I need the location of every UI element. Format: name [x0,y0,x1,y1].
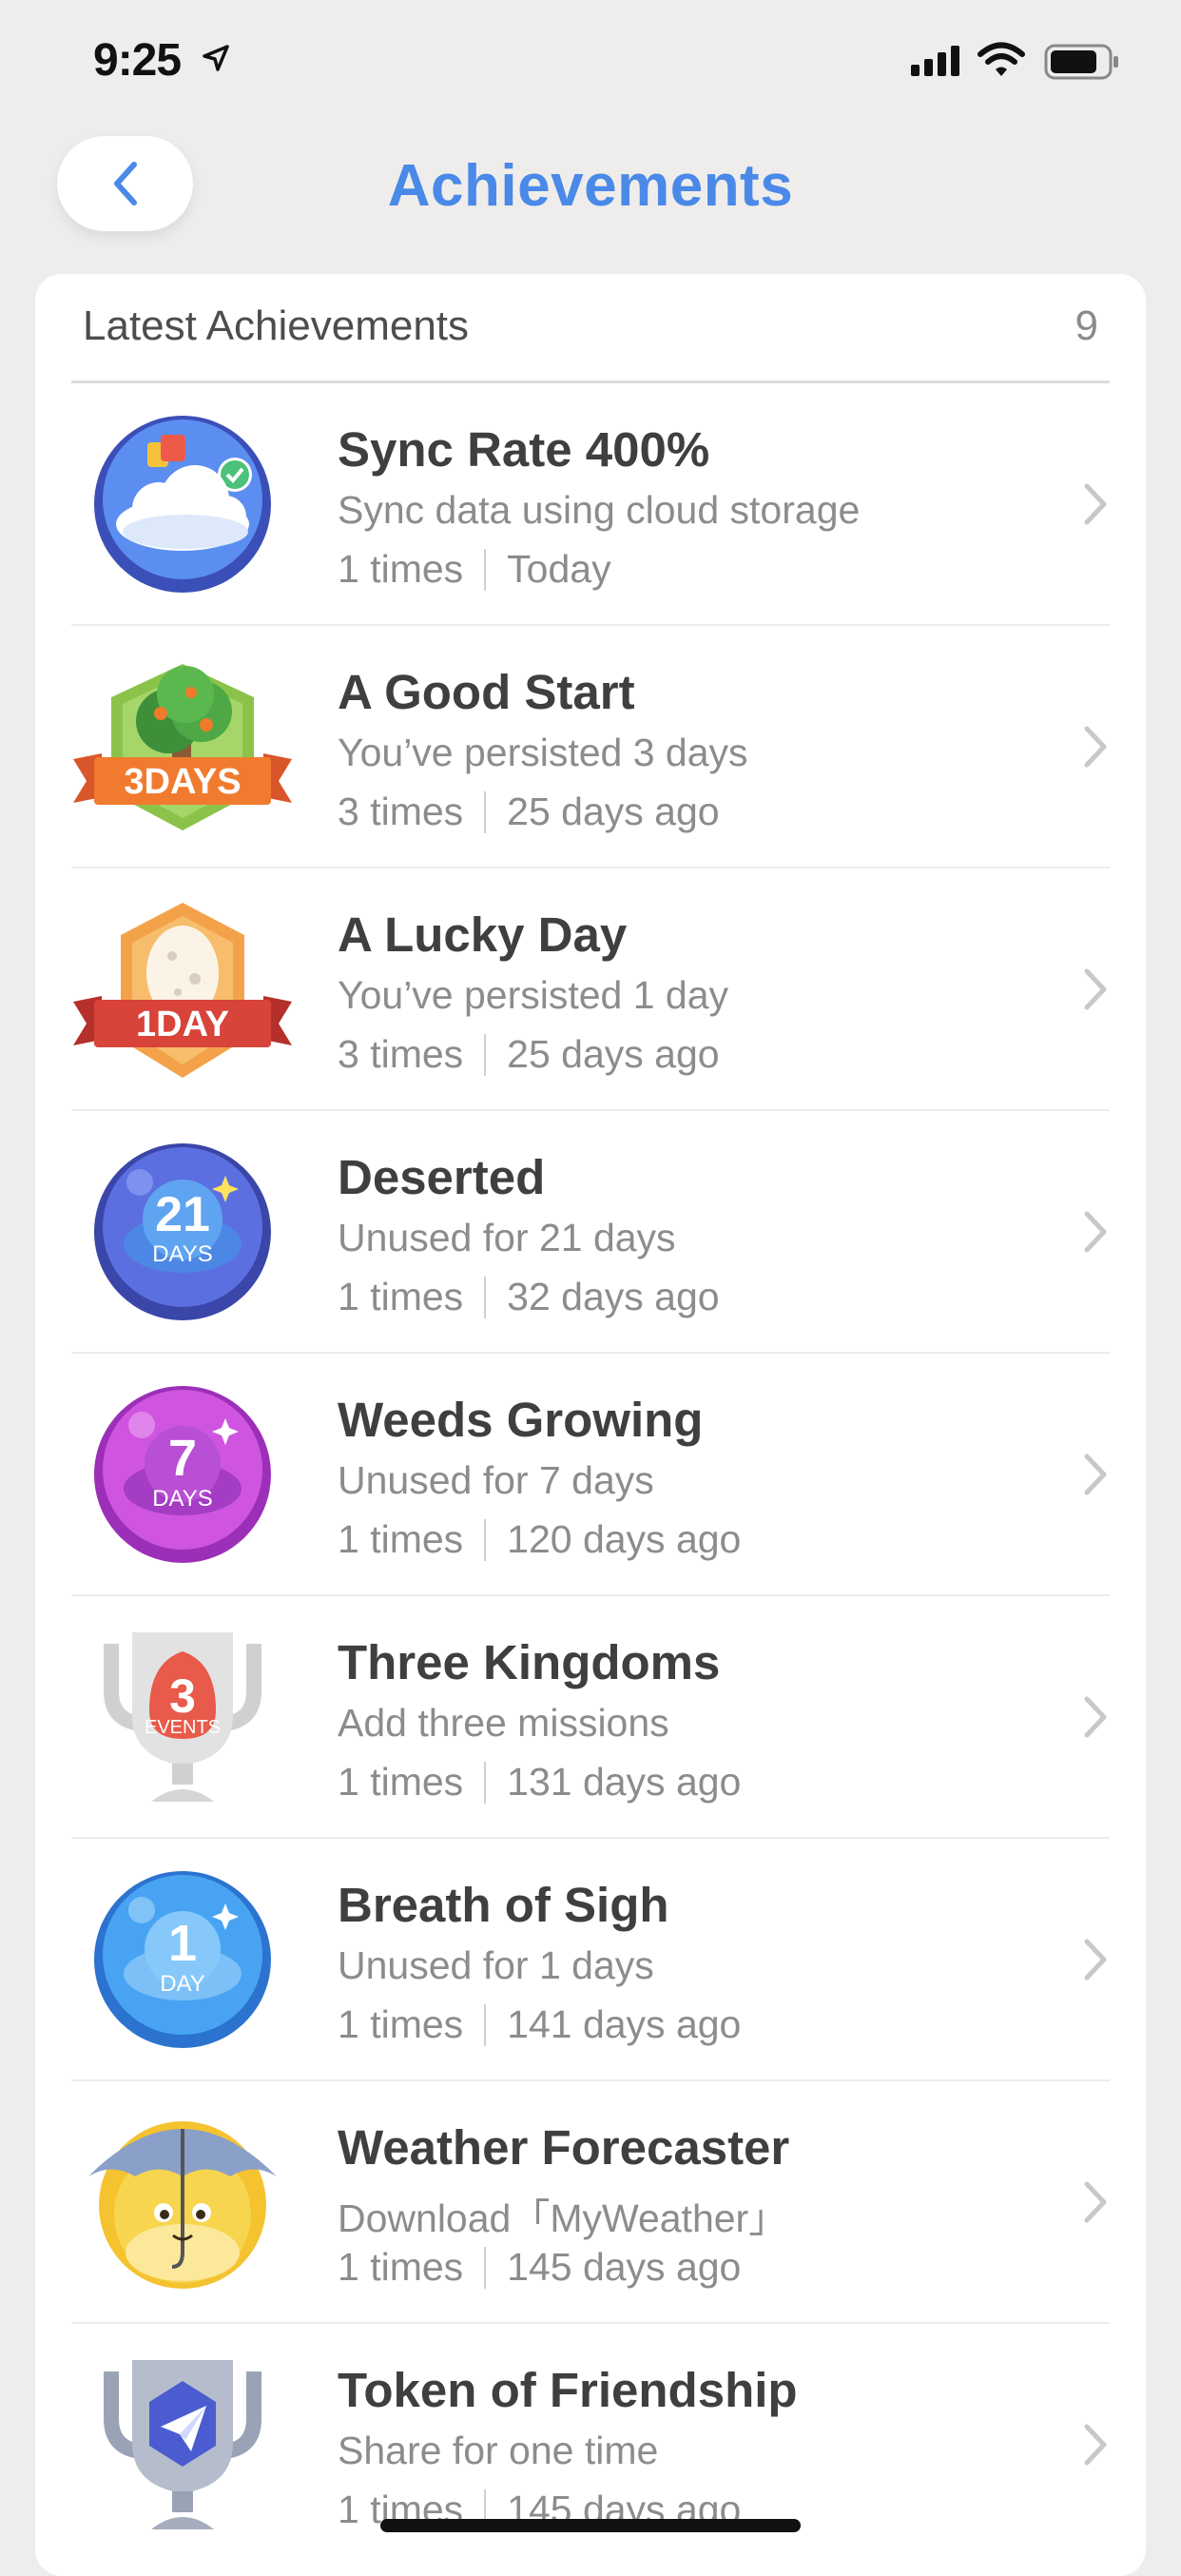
meta-divider [484,790,487,833]
achievement-count: 9 [1075,302,1098,349]
achievement-name: Breath of Sigh [338,1878,669,1932]
achievement-times: 3 times [338,1032,464,1076]
achievement-date: 145 days ago [507,2245,742,2289]
21-days-badge-icon: 21 DAYS [94,1143,271,1320]
achievement-name: Token of Friendship [338,2363,798,2417]
achievement-meta: 3 times 25 days ago [338,1032,720,1077]
achievement-times: 1 times [338,1760,464,1804]
achievement-times: 1 times [338,547,464,591]
page-title: Achievements [387,153,794,219]
badge-number: 21 [155,1187,210,1242]
achievement-description: You’ve persisted 3 days [338,731,748,774]
egg-1-day-badge-icon: 1DAY [73,903,292,1078]
achievement-meta: 3 times 25 days ago [338,790,720,834]
7-days-badge-icon: 7 DAYS [94,1386,271,1563]
umbrella-weather-badge-icon [88,2121,277,2289]
trophy-paper-plane-badge-icon [104,2360,261,2529]
meta-divider [484,548,487,591]
achievement-description: Add three missions [338,1701,669,1745]
badge-number: 7 [168,1430,197,1487]
chevron-right-icon [1084,2424,1107,2466]
badge-unit: DAYS [152,1486,213,1512]
badge-text: 1DAY [136,1005,229,1044]
achievement-meta: 1 times 141 days ago [338,2002,741,2047]
achievement-date: 25 days ago [507,790,720,833]
achievement-name: Sync Rate 400% [338,422,710,477]
achievement-name: Weeds Growing [338,1393,704,1447]
cloud-sync-badge-icon [94,416,271,593]
achievement-meta: 1 times 120 days ago [338,1517,741,1562]
achievement-name: Deserted [338,1150,546,1204]
chevron-right-icon [1084,1696,1107,1738]
achievement-row[interactable]: Sync Rate 400% Sync data using cloud sto… [35,383,1146,626]
meta-divider [484,2003,487,2046]
chevron-right-icon [1084,1211,1107,1253]
section-header: Latest Achievements 9 [83,302,1098,371]
achievement-date: 141 days ago [507,2002,742,2046]
achievement-meta: 1 times 145 days ago [338,2245,741,2290]
trophy-3-events-badge-icon: 3 EVENTS [104,1632,261,1802]
achievement-times: 1 times [338,2245,464,2289]
achievement-row[interactable]: 7 DAYS Weeds Growing Unused for 7 days 1… [35,1354,1146,1596]
meta-divider [484,1033,487,1076]
achievement-times: 1 times [338,2002,464,2046]
home-indicator[interactable] [380,2519,801,2532]
achievement-date: 120 days ago [507,1517,742,1561]
achievement-date: 32 days ago [507,1275,720,1318]
achievement-row[interactable]: 1 DAY Breath of Sigh Unused for 1 days 1… [35,1839,1146,2081]
achievement-row[interactable]: 1DAY A Lucky Day You’ve persisted 1 day … [35,868,1146,1111]
chevron-right-icon [1084,2181,1107,2223]
achievement-name: A Lucky Day [338,907,628,962]
badge-unit: DAY [160,1971,205,1997]
achievement-times: 3 times [338,790,464,833]
achievement-row[interactable]: 3DAYS A Good Start You’ve persisted 3 da… [35,626,1146,868]
status-time: 9:25 [93,35,182,86]
achievement-description: You’ve persisted 1 day [338,973,729,1017]
meta-divider [484,2246,487,2289]
badge-unit: DAYS [152,1241,213,1267]
achievement-row[interactable]: 21 DAYS Deserted Unused for 21 days 1 ti… [35,1111,1146,1354]
wifi-icon [978,42,1025,76]
achievement-meta: 1 times Today [338,547,611,592]
achievement-list: Sync Rate 400% Sync data using cloud sto… [35,383,1146,2566]
achievement-description: Sync data using cloud storage [338,488,861,532]
achievement-description: Unused for 1 days [338,1943,654,1987]
achievement-meta: 1 times 32 days ago [338,1275,720,1319]
badge-number: 3 [169,1669,196,1723]
tree-3-days-badge-icon: 3DAYS [73,664,292,830]
achievement-date: 25 days ago [507,1032,720,1076]
chevron-right-icon [1084,968,1107,1010]
1-day-badge-icon: 1 DAY [94,1871,271,2048]
chevron-right-icon [1084,1939,1107,1981]
meta-divider [484,1276,487,1318]
achievement-meta: 1 times 131 days ago [338,1760,741,1805]
achievement-name: A Good Start [338,665,635,719]
achievement-row[interactable]: 3 EVENTS Three Kingdoms Add three missio… [35,1596,1146,1839]
achievement-description: Download「MyWeather」 [338,2196,788,2240]
chevron-right-icon [1084,483,1107,525]
status-bar: 9:25 [0,0,1181,124]
badge-unit: EVENTS [145,1717,221,1738]
cellular-signal-icon [911,46,959,76]
achievement-times: 1 times [338,1275,464,1318]
achievement-description: Share for one time [338,2429,659,2472]
achievement-name: Three Kingdoms [338,1635,721,1689]
achievement-date: Today [507,547,611,591]
meta-divider [484,1518,487,1561]
location-arrow-icon [203,45,229,71]
achievement-description: Unused for 7 days [338,1458,654,1502]
badge-number: 1 [168,1915,197,1972]
meta-divider [484,1761,487,1804]
chevron-right-icon [1084,1454,1107,1495]
achievement-times: 1 times [338,1517,464,1561]
achievement-date: 131 days ago [507,1760,742,1804]
badge-text: 3DAYS [124,762,241,802]
achievements-card: Latest Achievements 9 Sync Rate 400% Syn… [35,274,1146,2576]
achievement-description: Unused for 21 days [338,1216,676,1259]
achievement-row[interactable]: Weather Forecaster Download「MyWeather」 1… [35,2081,1146,2324]
chevron-right-icon [1084,726,1107,768]
battery-icon [1044,44,1118,80]
section-label: Latest Achievements [83,302,470,349]
achievement-name: Weather Forecaster [338,2120,790,2175]
